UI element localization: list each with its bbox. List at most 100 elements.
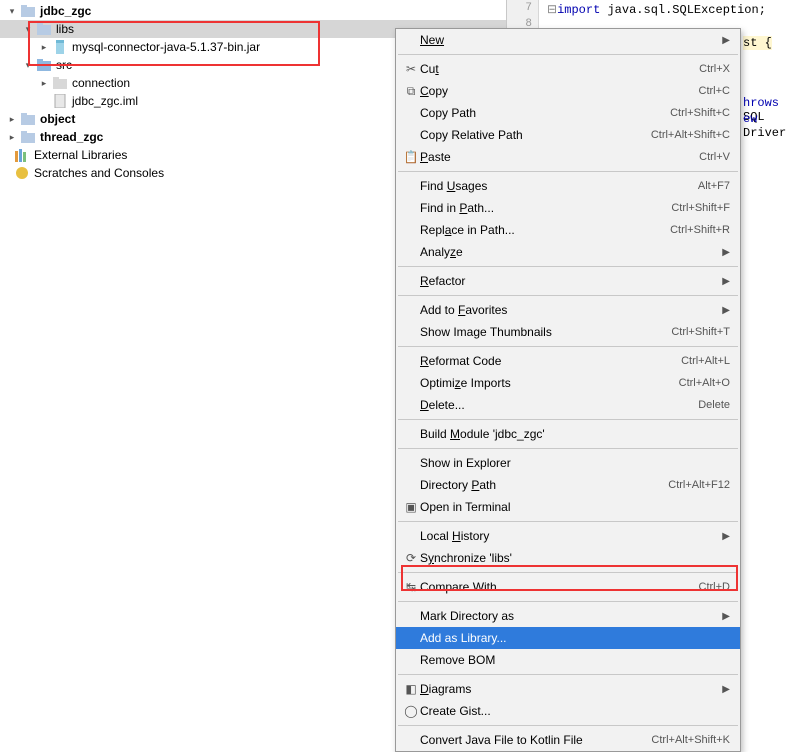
file-icon bbox=[52, 93, 68, 109]
separator bbox=[398, 601, 738, 602]
tree-label: src bbox=[56, 58, 72, 72]
context-menu: New ▶ ✂ Cut Ctrl+X ⧉ Copy Ctrl+C Copy Pa… bbox=[395, 28, 741, 752]
menu-open-in-terminal[interactable]: ▣ Open in Terminal bbox=[396, 496, 740, 518]
tree-label: Scratches and Consoles bbox=[34, 166, 164, 180]
separator bbox=[398, 266, 738, 267]
chevron-right-icon: ▸ bbox=[38, 41, 50, 53]
compare-icon: ↹ bbox=[402, 580, 420, 594]
shortcut: Ctrl+Alt+L bbox=[681, 355, 730, 367]
menu-remove-bom[interactable]: Remove BOM bbox=[396, 649, 740, 671]
shortcut: Ctrl+V bbox=[699, 151, 730, 163]
menu-cut[interactable]: ✂ Cut Ctrl+X bbox=[396, 58, 740, 80]
menu-delete[interactable]: Delete... Delete bbox=[396, 394, 740, 416]
chevron-right-icon: ▸ bbox=[38, 77, 50, 89]
chevron-right-icon: ▸ bbox=[6, 131, 18, 143]
menu-directory-path[interactable]: Directory Path Ctrl+Alt+F12 bbox=[396, 474, 740, 496]
submenu-arrow-icon: ▶ bbox=[722, 684, 730, 695]
menu-new[interactable]: New ▶ bbox=[396, 29, 740, 51]
separator bbox=[398, 346, 738, 347]
chevron-right-icon: ▸ bbox=[6, 113, 18, 125]
folder-icon bbox=[20, 111, 36, 127]
tree-label: object bbox=[40, 112, 75, 126]
menu-copy-path[interactable]: Copy Path Ctrl+Shift+C bbox=[396, 102, 740, 124]
separator bbox=[398, 572, 738, 573]
line-number: 7 bbox=[525, 2, 532, 14]
menu-copy[interactable]: ⧉ Copy Ctrl+C bbox=[396, 80, 740, 102]
submenu-arrow-icon: ▶ bbox=[722, 305, 730, 316]
code-fragment: ew Driver bbox=[743, 112, 803, 140]
shortcut: Ctrl+X bbox=[699, 63, 730, 75]
menu-mark-directory-as[interactable]: Mark Directory as ▶ bbox=[396, 605, 740, 627]
separator bbox=[398, 521, 738, 522]
tree-label: jdbc_zgc.iml bbox=[72, 94, 138, 108]
scissors-icon: ✂ bbox=[402, 62, 420, 76]
github-icon: ◯ bbox=[402, 704, 420, 718]
shortcut: Ctrl+Alt+Shift+C bbox=[651, 129, 730, 141]
tree-item-jdbc-zgc[interactable]: ▾ jdbc_zgc bbox=[0, 2, 506, 20]
menu-convert-to-kotlin[interactable]: Convert Java File to Kotlin File Ctrl+Al… bbox=[396, 729, 740, 751]
chevron-down-icon: ▾ bbox=[22, 59, 34, 71]
tree-label: connection bbox=[72, 76, 130, 90]
menu-synchronize[interactable]: ⟳ Synchronize 'libs' bbox=[396, 547, 740, 569]
separator bbox=[398, 54, 738, 55]
tree-label: External Libraries bbox=[34, 148, 127, 162]
shortcut: Ctrl+Shift+C bbox=[670, 107, 730, 119]
scratch-icon bbox=[14, 165, 30, 181]
chevron-down-icon: ▾ bbox=[22, 23, 34, 35]
separator bbox=[398, 295, 738, 296]
menu-diagrams[interactable]: ◧ Diagrams ▶ bbox=[396, 678, 740, 700]
menu-reformat-code[interactable]: Reformat Code Ctrl+Alt+L bbox=[396, 350, 740, 372]
folder-icon bbox=[20, 3, 36, 19]
library-icon bbox=[14, 147, 30, 163]
folder-icon bbox=[36, 21, 52, 37]
menu-local-history[interactable]: Local History ▶ bbox=[396, 525, 740, 547]
menu-analyze[interactable]: Analyze ▶ bbox=[396, 241, 740, 263]
menu-refactor[interactable]: Refactor ▶ bbox=[396, 270, 740, 292]
separator bbox=[398, 674, 738, 675]
separator bbox=[398, 448, 738, 449]
menu-optimize-imports[interactable]: Optimize Imports Ctrl+Alt+O bbox=[396, 372, 740, 394]
menu-build-module[interactable]: Build Module 'jdbc_zgc' bbox=[396, 423, 740, 445]
shortcut: Ctrl+Shift+T bbox=[671, 326, 730, 338]
menu-add-to-favorites[interactable]: Add to Favorites ▶ bbox=[396, 299, 740, 321]
diagram-icon: ◧ bbox=[402, 682, 420, 696]
submenu-arrow-icon: ▶ bbox=[722, 35, 730, 46]
shortcut: Ctrl+C bbox=[699, 85, 730, 97]
separator bbox=[398, 171, 738, 172]
code-line: ⊟import java.sql.SQLException; bbox=[547, 2, 766, 17]
terminal-icon: ▣ bbox=[402, 500, 420, 514]
separator bbox=[398, 725, 738, 726]
menu-paste[interactable]: 📋 Paste Ctrl+V bbox=[396, 146, 740, 168]
shortcut: Ctrl+Alt+F12 bbox=[668, 479, 730, 491]
shortcut: Ctrl+Alt+O bbox=[679, 377, 730, 389]
shortcut: Ctrl+Shift+F bbox=[671, 202, 730, 214]
menu-add-as-library[interactable]: Add as Library... bbox=[396, 627, 740, 649]
menu-copy-relative-path[interactable]: Copy Relative Path Ctrl+Alt+Shift+C bbox=[396, 124, 740, 146]
menu-compare-with[interactable]: ↹ Compare With... Ctrl+D bbox=[396, 576, 740, 598]
tree-label: jdbc_zgc bbox=[40, 4, 91, 18]
jar-icon bbox=[52, 39, 68, 55]
shortcut: Ctrl+D bbox=[699, 581, 730, 593]
folder-icon bbox=[20, 129, 36, 145]
tree-label: thread_zgc bbox=[40, 130, 103, 144]
source-folder-icon bbox=[36, 57, 52, 73]
package-icon bbox=[52, 75, 68, 91]
chevron-down-icon: ▾ bbox=[6, 5, 18, 17]
menu-show-thumbnails[interactable]: Show Image Thumbnails Ctrl+Shift+T bbox=[396, 321, 740, 343]
sync-icon: ⟳ bbox=[402, 551, 420, 565]
submenu-arrow-icon: ▶ bbox=[722, 276, 730, 287]
shortcut: Alt+F7 bbox=[698, 180, 730, 192]
tree-label: mysql-connector-java-5.1.37-bin.jar bbox=[72, 40, 260, 54]
menu-show-in-explorer[interactable]: Show in Explorer bbox=[396, 452, 740, 474]
tree-label: libs bbox=[56, 22, 74, 36]
menu-find-in-path[interactable]: Find in Path... Ctrl+Shift+F bbox=[396, 197, 740, 219]
submenu-arrow-icon: ▶ bbox=[722, 611, 730, 622]
separator bbox=[398, 419, 738, 420]
menu-replace-in-path[interactable]: Replace in Path... Ctrl+Shift+R bbox=[396, 219, 740, 241]
menu-find-usages[interactable]: Find Usages Alt+F7 bbox=[396, 175, 740, 197]
submenu-arrow-icon: ▶ bbox=[722, 531, 730, 542]
clipboard-icon: 📋 bbox=[402, 150, 420, 164]
menu-create-gist[interactable]: ◯ Create Gist... bbox=[396, 700, 740, 722]
shortcut: Delete bbox=[698, 399, 730, 411]
code-fragment: st { bbox=[743, 36, 772, 50]
